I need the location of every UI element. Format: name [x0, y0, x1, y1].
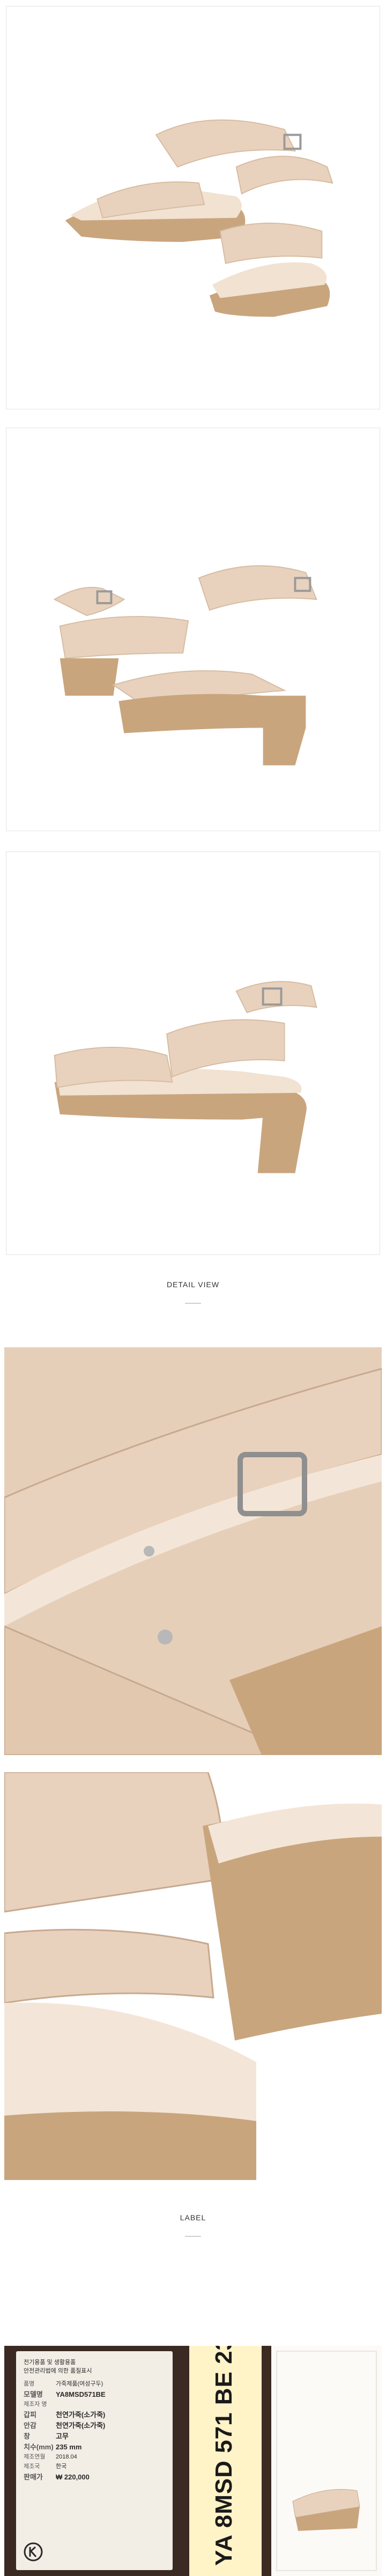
tag-row: 모델명 YA8MSD571BE — [24, 2390, 106, 2398]
label-photo: 전기용품 및 생활용품 안전관리법에 의한 품질표시 품명 가죽제품(여성구두) … — [4, 2346, 382, 2576]
size-print: YA 8MSD 571 BE 235 — [211, 2346, 237, 2566]
label-divider — [185, 2236, 201, 2237]
product-photo-2 — [6, 428, 380, 831]
label-title: LABEL — [180, 2213, 206, 2222]
tag-row: 치수(mm) 235 mm — [24, 2443, 82, 2451]
tag-row: 안감 천연가죽(소가죽) — [24, 2421, 106, 2430]
tag-row: 제조자 명 — [24, 2401, 47, 2408]
tag-row: 갑피 천연가죽(소가죽) — [24, 2411, 106, 2419]
product-photo-3 — [6, 852, 380, 1255]
quality-tag-card: 전기용품 및 생활용품 안전관리법에 의한 품질표시 품명 가죽제품(여성구두) … — [16, 2351, 173, 2570]
tag-row: 품명 가죽제품(여성구두) — [24, 2381, 103, 2387]
tag-row: 판매가 ₩ 220,000 — [24, 2473, 90, 2481]
size-label-sticker: YA 8MSD 571 BE 235 — [189, 2346, 262, 2576]
tag-heading-2: 안전관리법에 의한 품질표시 — [24, 2368, 92, 2374]
product-photo-1 — [6, 6, 380, 409]
tag-heading-1: 전기용품 및 생활용품 — [24, 2359, 76, 2366]
detail-photo-1 — [4, 1347, 382, 1755]
detail-view-divider — [185, 1303, 201, 1304]
tag-row: 제조국 한국 — [24, 2463, 67, 2470]
kc-mark-icon — [24, 2542, 43, 2562]
detail-view-title: DETAIL VIEW — [166, 1280, 220, 1289]
side-label-photo — [271, 2346, 382, 2576]
shoe-thumbnail-icon — [276, 2351, 377, 2571]
detail-photo-2 — [4, 1772, 382, 2180]
tag-row: 창 고무 — [24, 2432, 69, 2440]
tag-row: 제조연월 2018.04 — [24, 2454, 77, 2460]
